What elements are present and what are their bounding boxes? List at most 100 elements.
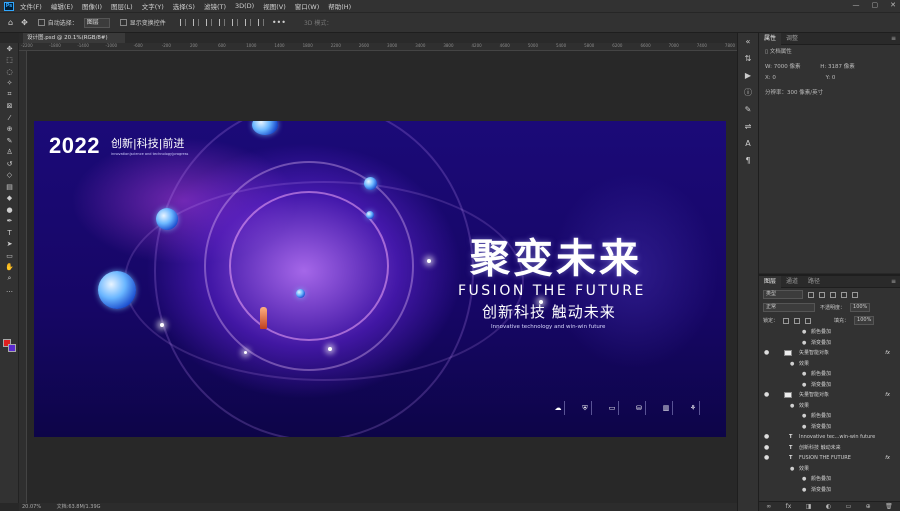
eraser-icon[interactable]: ◇ [0,170,19,182]
close-icon[interactable]: ✕ [890,1,896,9]
distribute-icon[interactable] [257,19,264,26]
layer-row-text[interactable]: ● T Innovative tec...win-win future [759,432,900,443]
layer-row-effect[interactable]: ● 颜色叠加 [759,327,900,338]
gradient-tool-icon[interactable]: ▤ [0,181,19,193]
fx-badge-icon[interactable]: fx [885,348,890,359]
zoom-level[interactable]: 20.07% [22,504,41,510]
auto-select-dropdown[interactable]: 图层 [83,17,110,28]
show-transform-checkbox[interactable] [119,19,127,26]
menu-3d[interactable]: 3D(D) [235,2,254,10]
menu-file[interactable]: 文件(F) [20,1,42,11]
layer-row-effect[interactable]: ● 渐变叠加 [759,485,900,496]
add-mask-icon[interactable]: ◨ [806,503,812,510]
effect-eye-icon[interactable]: ● [790,401,794,412]
visibility-eye-icon[interactable]: ● [764,348,769,359]
fx-badge-icon[interactable]: fx [885,390,890,401]
pen-tool-icon[interactable]: ✒ [0,216,19,228]
effect-eye-icon[interactable]: ● [790,464,794,475]
lock-all-icon[interactable] [805,317,812,324]
magic-wand-icon[interactable]: ✧ [0,78,19,90]
visibility-eye-icon[interactable]: ● [764,453,769,464]
layer-row-effect[interactable]: ● 渐变叠加 [759,380,900,391]
align-bottom-icon[interactable] [244,19,251,26]
lock-position-icon[interactable] [794,317,801,324]
shape-tool-icon[interactable]: ▭ [0,250,19,262]
dodge-tool-icon[interactable]: ● [0,204,19,216]
layer-row-effect[interactable]: ● 颜色叠加 [759,369,900,380]
adjustment-layer-icon[interactable]: ◐ [826,503,831,510]
document-tab[interactable]: 设计图.psd @ 20.1%(RGB/8#) [23,33,125,43]
history-brush-icon[interactable]: ↺ [0,158,19,170]
effect-eye-icon[interactable]: ● [802,474,806,485]
filter-kind-select[interactable]: 类型 [763,290,803,299]
fx-badge-icon[interactable]: fx [885,453,890,464]
align-left-icon[interactable] [179,19,186,26]
actions-icon[interactable]: ▶ [738,67,758,84]
new-group-icon[interactable]: ▭ [846,503,852,510]
maximize-icon[interactable]: ▢ [872,1,879,9]
menu-help[interactable]: 帮助(H) [328,1,351,11]
menu-type[interactable]: 文字(Y) [142,1,164,11]
move-tool-icon[interactable]: ✥ [0,43,19,55]
effect-eye-icon[interactable]: ● [802,327,806,338]
tab-channels[interactable]: 通道 [781,276,803,288]
effect-eye-icon[interactable]: ● [802,422,806,433]
background-color-swatch[interactable] [8,344,16,352]
home-icon[interactable]: ⌂ [8,18,13,27]
layers-menu-icon[interactable]: ≡ [891,278,896,285]
tab-properties[interactable]: 属性 [759,32,782,45]
frame-tool-icon[interactable]: ⊠ [0,101,19,113]
fill-input[interactable]: 100% [854,316,875,325]
character-icon[interactable]: A [738,135,758,152]
blend-mode-select[interactable]: 正常 [763,303,815,312]
lasso-tool-icon[interactable]: ◌ [0,66,19,78]
layer-row-effect[interactable]: ● 渐变叠加 [759,422,900,433]
more-tools-icon[interactable]: … [0,285,19,297]
x-value[interactable]: X: 0 [765,75,776,81]
effect-eye-icon[interactable]: ● [802,369,806,380]
zoom-tool-icon[interactable]: ⌕ [0,273,19,285]
layer-row-effect[interactable]: ● 渐变叠加 [759,338,900,349]
layer-row-group[interactable]: ● 效果 [759,359,900,370]
eyedropper-icon[interactable]: ⁄ [0,112,19,124]
menu-view[interactable]: 视图(V) [263,1,286,11]
collapse-icon[interactable]: « [738,33,758,50]
align-center-icon[interactable] [192,19,199,26]
visibility-eye-icon[interactable]: ● [764,443,769,454]
layer-row-smart[interactable]: ● 矢量智能对象 fx [759,348,900,359]
paragraph-icon[interactable]: ¶ [738,152,758,169]
panel-menu-icon[interactable]: ≡ [891,35,896,42]
filter-type-icon[interactable] [830,291,836,298]
layer-row-text[interactable]: ● T 创新科技 触动未来 [759,443,900,454]
height-value[interactable]: H: 3187 像素 [820,64,854,70]
type-tool-icon[interactable]: T [0,227,19,239]
layer-row-group[interactable]: ● 效果 [759,401,900,412]
brush-tool-icon[interactable]: ✎ [0,135,19,147]
align-top-icon[interactable] [218,19,225,26]
effect-eye-icon[interactable]: ● [802,411,806,422]
artboard-banner[interactable]: 2022 创新|科技|前进 innovation|science and tec… [34,121,726,437]
align-right-icon[interactable] [205,19,212,26]
add-style-icon[interactable]: fx [786,503,792,510]
filter-pixel-icon[interactable] [808,291,814,298]
delete-layer-icon[interactable]: 🗑 [885,503,893,510]
lock-pixels-icon[interactable] [783,317,790,324]
brush-settings-icon[interactable]: ✎ [738,101,758,118]
effect-eye-icon[interactable]: ● [802,485,806,496]
effect-eye-icon[interactable]: ● [790,359,794,370]
history-icon[interactable]: ⇅ [738,50,758,67]
opacity-input[interactable]: 100% [850,303,871,312]
clone-stamp-icon[interactable]: ♙ [0,147,19,159]
minimize-icon[interactable]: — [853,1,860,9]
width-value[interactable]: W: 7000 像素 [765,64,800,70]
filter-shape-icon[interactable] [841,291,847,298]
effect-eye-icon[interactable]: ● [802,380,806,391]
blur-tool-icon[interactable]: ◆ [0,193,19,205]
menu-edit[interactable]: 编辑(E) [51,1,73,11]
adjust-icon[interactable]: ⇌ [738,118,758,135]
auto-select-checkbox[interactable] [37,19,45,26]
visibility-eye-icon[interactable]: ● [764,390,769,401]
align-middle-icon[interactable] [231,19,238,26]
layer-row-effect[interactable]: ● 颜色叠加 [759,411,900,422]
layer-row-smart[interactable]: ● 矢量智能对象 fx [759,390,900,401]
